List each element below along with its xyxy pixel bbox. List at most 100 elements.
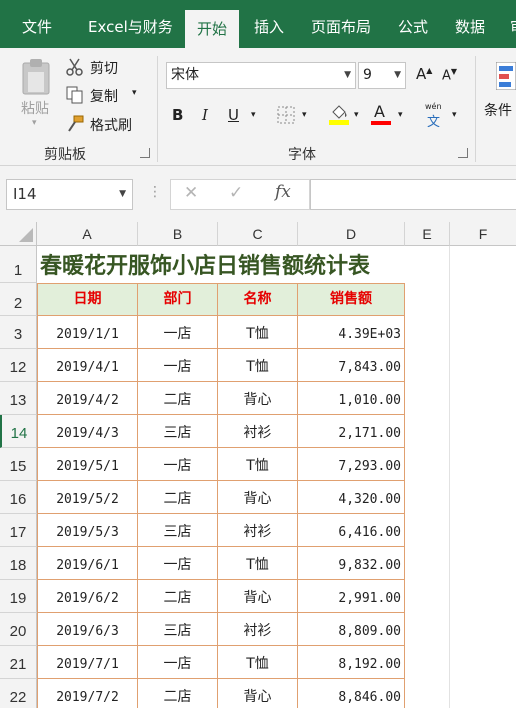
cell-dept[interactable]: 一店 — [138, 349, 218, 382]
cell-sales[interactable]: 7,293.00 — [298, 448, 405, 481]
tab-review[interactable]: 审 — [510, 0, 516, 48]
cell-date[interactable]: 2019/7/1 — [37, 646, 138, 679]
cell-item[interactable]: 衬衫 — [218, 514, 298, 547]
cell-sales[interactable]: 7,843.00 — [298, 349, 405, 382]
row-header[interactable]: 13 — [0, 382, 37, 415]
cell-date[interactable]: 2019/4/3 — [37, 415, 138, 448]
font-launcher-icon[interactable] — [458, 148, 468, 158]
name-box[interactable]: I14 ▼ — [6, 179, 133, 210]
tab-excel-finance[interactable]: Excel与财务 — [88, 0, 173, 48]
row-header[interactable]: 3 — [0, 316, 37, 349]
paste-dropdown-icon[interactable]: ▾ — [32, 118, 37, 128]
column-header-a[interactable]: A — [37, 222, 138, 246]
header-cell-dept[interactable]: 部门 — [138, 283, 218, 316]
row-header[interactable]: 18 — [0, 547, 37, 580]
cell-item[interactable]: 背心 — [218, 382, 298, 415]
tab-formulas[interactable]: 公式 — [398, 0, 428, 48]
row-header[interactable]: 14 — [0, 415, 37, 448]
cell-dept[interactable]: 一店 — [138, 547, 218, 580]
italic-button[interactable]: I — [202, 106, 208, 124]
cell-sales[interactable]: 2,991.00 — [298, 580, 405, 613]
cell-item[interactable]: T恤 — [218, 448, 298, 481]
column-header-c[interactable]: C — [218, 222, 298, 246]
cell-item[interactable]: T恤 — [218, 316, 298, 349]
sheet-title[interactable]: 春暖花开服饰小店日销售额统计表 — [38, 247, 405, 283]
copy-button[interactable]: 复制 ▾ — [66, 85, 146, 107]
bold-button[interactable]: B — [172, 106, 183, 124]
cell-date[interactable]: 2019/4/1 — [37, 349, 138, 382]
tab-file[interactable]: 文件 — [22, 0, 52, 48]
cell-sales[interactable]: 8,809.00 — [298, 613, 405, 646]
borders-icon[interactable] — [277, 106, 295, 124]
cell-sales[interactable]: 4.39E+03 — [298, 316, 405, 349]
cell-date[interactable]: 2019/6/1 — [37, 547, 138, 580]
grow-font-button[interactable]: A▲ — [416, 65, 432, 83]
cell-dept[interactable]: 一店 — [138, 646, 218, 679]
font-size-select[interactable]: 9 ▼ — [358, 62, 406, 89]
row-header[interactable]: 17 — [0, 514, 37, 547]
column-header-d[interactable]: D — [298, 222, 405, 246]
cell-date[interactable]: 2019/6/3 — [37, 613, 138, 646]
header-cell-date[interactable]: 日期 — [37, 283, 138, 316]
column-header-e[interactable]: E — [405, 222, 450, 246]
worksheet-grid[interactable]: A B C D E F 1 春暖花开服饰小店日销售额统计表 2 日期 部门 名称… — [0, 222, 516, 708]
tab-page-layout[interactable]: 页面布局 — [311, 0, 371, 48]
cell-sales[interactable]: 6,416.00 — [298, 514, 405, 547]
row-header[interactable]: 20 — [0, 613, 37, 646]
cell-sales[interactable]: 9,832.00 — [298, 547, 405, 580]
cell-dept[interactable]: 一店 — [138, 316, 218, 349]
column-header-f[interactable]: F — [450, 222, 516, 246]
select-all-button[interactable] — [0, 222, 37, 246]
paste-button[interactable]: 粘贴 ▾ — [14, 56, 58, 136]
cell-item[interactable]: T恤 — [218, 349, 298, 382]
shrink-font-button[interactable]: A▼ — [442, 67, 457, 83]
conditional-formatting-icon[interactable] — [496, 62, 516, 90]
drag-handle-icon[interactable]: ⋮ — [148, 184, 162, 200]
cell-date[interactable]: 2019/7/2 — [37, 679, 138, 708]
cell-date[interactable]: 2019/1/1 — [37, 316, 138, 349]
cell-date[interactable]: 2019/4/2 — [37, 382, 138, 415]
cell-item[interactable]: 背心 — [218, 481, 298, 514]
phonetic-guide-button[interactable]: wén 文 — [423, 102, 449, 130]
cell-sales[interactable]: 8,846.00 — [298, 679, 405, 708]
cell-item[interactable]: T恤 — [218, 646, 298, 679]
row-header[interactable]: 2 — [0, 283, 37, 316]
cell-item[interactable]: 背心 — [218, 580, 298, 613]
font-color-dropdown-icon[interactable]: ▾ — [398, 110, 403, 120]
cell-sales[interactable]: 8,192.00 — [298, 646, 405, 679]
underline-dropdown-icon[interactable]: ▾ — [251, 110, 256, 120]
tab-data[interactable]: 数据 — [455, 0, 485, 48]
cell-item[interactable]: 衬衫 — [218, 415, 298, 448]
cell-dept[interactable]: 三店 — [138, 415, 218, 448]
fill-color-dropdown-icon[interactable]: ▾ — [354, 110, 359, 120]
cell-dept[interactable]: 二店 — [138, 580, 218, 613]
underline-button[interactable]: U — [228, 106, 239, 124]
font-name-select[interactable]: 宋体 ▼ — [166, 62, 356, 89]
cell-date[interactable]: 2019/5/2 — [37, 481, 138, 514]
cell-item[interactable]: 衬衫 — [218, 613, 298, 646]
cell-dept[interactable]: 一店 — [138, 448, 218, 481]
cell-date[interactable]: 2019/6/2 — [37, 580, 138, 613]
format-painter-button[interactable]: 格式刷 — [66, 114, 146, 136]
header-cell-sales[interactable]: 销售额 — [298, 283, 405, 316]
row-header[interactable]: 15 — [0, 448, 37, 481]
phonetic-dropdown-icon[interactable]: ▾ — [452, 110, 457, 120]
cell-date[interactable]: 2019/5/1 — [37, 448, 138, 481]
row-header[interactable]: 19 — [0, 580, 37, 613]
cancel-icon[interactable]: ✕ — [184, 183, 198, 203]
enter-icon[interactable]: ✓ — [229, 183, 243, 203]
row-header[interactable]: 16 — [0, 481, 37, 514]
cell-item[interactable]: T恤 — [218, 547, 298, 580]
cell-item[interactable]: 背心 — [218, 679, 298, 708]
cell-dept[interactable]: 三店 — [138, 514, 218, 547]
cell-date[interactable]: 2019/5/3 — [37, 514, 138, 547]
cell-dept[interactable]: 二店 — [138, 481, 218, 514]
formula-input[interactable] — [310, 179, 516, 210]
header-cell-item[interactable]: 名称 — [218, 283, 298, 316]
fill-color-icon[interactable] — [329, 103, 349, 125]
cell-dept[interactable]: 二店 — [138, 679, 218, 708]
cell-sales[interactable]: 1,010.00 — [298, 382, 405, 415]
cell-dept[interactable]: 三店 — [138, 613, 218, 646]
cell-sales[interactable]: 4,320.00 — [298, 481, 405, 514]
column-header-b[interactable]: B — [138, 222, 218, 246]
